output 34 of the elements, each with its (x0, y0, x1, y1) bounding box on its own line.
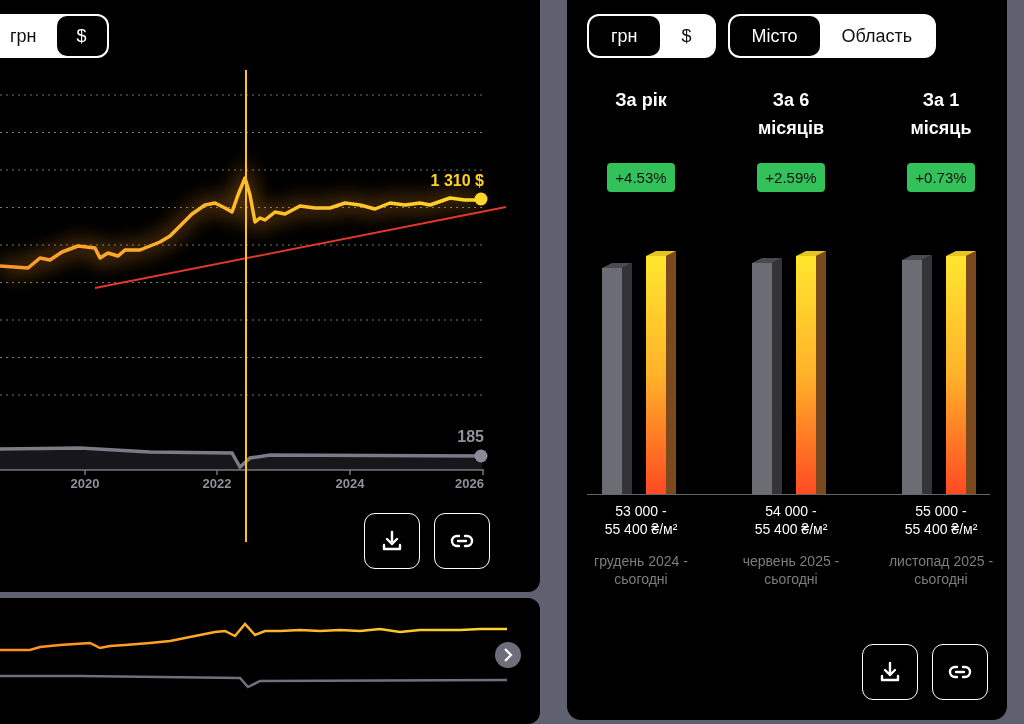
axis-label: 2024 (335, 476, 365, 491)
next-button[interactable] (495, 642, 521, 668)
period-title: За рік (615, 89, 667, 112)
axis-label: 2022 (202, 476, 232, 491)
price-range: 55 000 - 55 400 ₴/м² (904, 502, 978, 538)
chevron-right-icon (504, 648, 513, 662)
index-value-label: 185 (457, 428, 484, 445)
link-button[interactable] (434, 513, 490, 569)
price-range: 53 000 - 55 400 ₴/м² (604, 502, 678, 538)
toggle-option[interactable]: Область (819, 16, 935, 56)
download-button[interactable] (364, 513, 420, 569)
toggle-option[interactable]: $ (659, 16, 714, 56)
period-title: За 6 місяців (758, 89, 824, 140)
download-icon (878, 660, 902, 684)
index-end-dot (474, 449, 488, 463)
axis-label: 2020 (70, 476, 100, 491)
change-badge: +2.59% (757, 163, 825, 192)
download-icon (380, 529, 404, 553)
change-badge: +4.53% (607, 163, 675, 192)
date-range: грудень 2024 - сьогодні (594, 552, 688, 588)
toggle-option[interactable]: Місто (729, 16, 820, 56)
date-range: листопад 2025 - сьогодні (888, 552, 994, 588)
date-range: червень 2025 - сьогодні (742, 552, 840, 588)
price-value-label: 1 310 $ (430, 172, 484, 189)
price-range: 54 000 - 55 400 ₴/м² (754, 502, 828, 538)
price-end-dot (474, 192, 488, 206)
toggle-option[interactable]: $ (56, 16, 107, 56)
download-button[interactable] (862, 644, 918, 700)
toggle-option[interactable]: грн (0, 16, 57, 56)
change-badge: +0.73% (907, 163, 975, 192)
toggle-option[interactable]: грн (589, 16, 660, 56)
link-button[interactable] (932, 644, 988, 700)
period-title: За 1 місяць (910, 89, 972, 140)
axis-label: 2026 (455, 476, 484, 491)
